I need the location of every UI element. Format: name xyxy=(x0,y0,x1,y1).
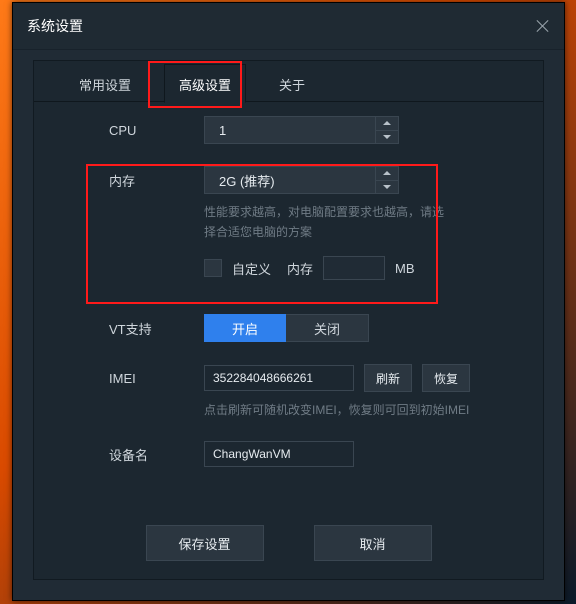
custom-memory-input[interactable] xyxy=(323,256,385,280)
cpu-up-icon[interactable] xyxy=(376,117,398,131)
titlebar: 系统设置 xyxy=(13,3,564,50)
tab-bar: 常用设置 高级设置 关于 xyxy=(34,61,543,102)
cancel-button[interactable]: 取消 xyxy=(314,525,432,561)
restore-imei-button[interactable]: 恢复 xyxy=(422,364,470,392)
memory-down-icon[interactable] xyxy=(376,181,398,194)
row-cpu: CPU 1 xyxy=(109,116,543,144)
device-name-input[interactable] xyxy=(204,441,354,467)
dialog-body: 常用设置 高级设置 关于 CPU 1 xyxy=(33,60,544,580)
label-vt: VT支持 xyxy=(109,319,204,338)
memory-custom-row: 自定义 内存 MB xyxy=(204,256,543,280)
tab-about[interactable]: 关于 xyxy=(264,64,320,102)
vt-off-button[interactable]: 关闭 xyxy=(286,314,369,342)
label-memory: 内存 xyxy=(109,171,204,190)
memory-spinner[interactable]: 2G (推荐) xyxy=(204,166,399,194)
imei-hint: 点击刷新可随机改变IMEI，恢复则可回到初始IMEI xyxy=(204,400,524,420)
imei-input[interactable] xyxy=(204,365,354,391)
row-device: 设备名 xyxy=(109,440,543,468)
settings-dialog: 系统设置 常用设置 高级设置 关于 CPU 1 xyxy=(12,2,565,601)
label-cpu: CPU xyxy=(109,123,204,138)
label-imei: IMEI xyxy=(109,371,204,386)
vt-on-button[interactable]: 开启 xyxy=(204,314,286,342)
tab-advanced[interactable]: 高级设置 xyxy=(164,64,246,103)
tab-common[interactable]: 常用设置 xyxy=(64,64,146,102)
memory-spinner-arrows[interactable] xyxy=(375,167,398,193)
row-vt: VT支持 开启 关闭 xyxy=(109,314,543,342)
dialog-footer: 保存设置 取消 xyxy=(34,525,543,561)
save-button[interactable]: 保存设置 xyxy=(146,525,264,561)
custom-memory-checkbox[interactable] xyxy=(204,259,222,277)
cpu-spinner[interactable]: 1 xyxy=(204,116,399,144)
label-custom: 自定义 xyxy=(232,259,271,278)
label-mb: MB xyxy=(395,261,415,276)
row-imei: IMEI 刷新 恢复 xyxy=(109,364,543,392)
cpu-spinner-arrows[interactable] xyxy=(375,117,398,143)
cpu-down-icon[interactable] xyxy=(376,131,398,144)
form-area: CPU 1 内存 2G (推荐) xyxy=(34,116,543,509)
memory-value: 2G (推荐) xyxy=(219,171,275,190)
vt-toggle: 开启 关闭 xyxy=(204,314,369,342)
memory-hint: 性能要求越高，对电脑配置要求也越高，请选择合适您电脑的方案 xyxy=(204,202,444,242)
refresh-imei-button[interactable]: 刷新 xyxy=(364,364,412,392)
label-device: 设备名 xyxy=(109,445,204,464)
window-title: 系统设置 xyxy=(27,16,83,36)
cpu-value: 1 xyxy=(219,123,226,138)
memory-up-icon[interactable] xyxy=(376,167,398,181)
close-icon[interactable] xyxy=(536,19,550,33)
row-memory: 内存 2G (推荐) xyxy=(109,166,543,194)
label-mem-word: 内存 xyxy=(287,259,313,278)
